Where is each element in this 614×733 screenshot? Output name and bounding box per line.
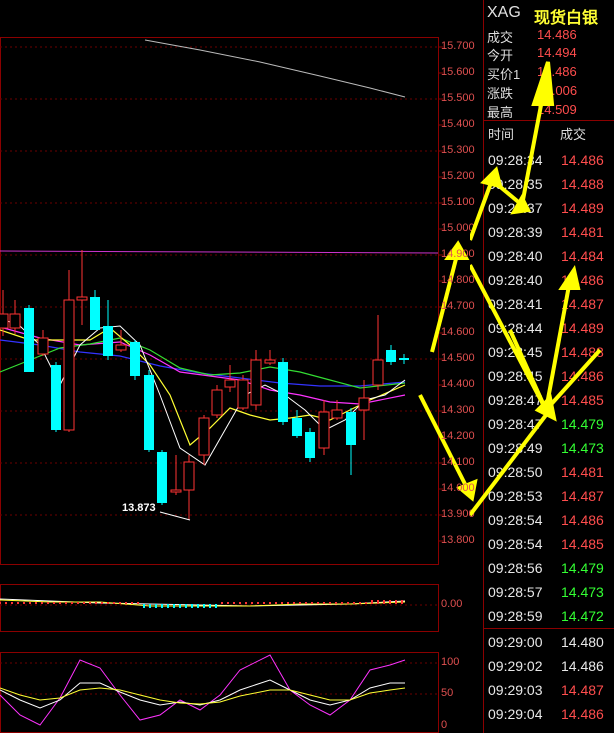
candle-body: [157, 452, 167, 503]
candle-body: [399, 358, 409, 360]
candle-body: [211, 389, 223, 416]
candle-body: [346, 412, 356, 445]
low-price-marker: 13.873: [122, 502, 156, 514]
candle-body: [198, 417, 210, 456]
candle-body: [0, 313, 9, 329]
candle-body: [183, 461, 195, 491]
candle-body: [130, 342, 140, 376]
candle-body: [278, 362, 288, 422]
candle-body: [9, 313, 21, 329]
annotation-arrows-panel: [470, 61, 602, 517]
candle-body: [331, 409, 343, 419]
kdj-j-line: [0, 654, 406, 726]
candle-body: [372, 359, 384, 386]
candle-body: [264, 359, 276, 364]
candle-body: [115, 344, 127, 351]
kdj-panel: [0, 654, 406, 726]
candle-body: [170, 489, 182, 493]
macd-axis-label: 0.00: [441, 598, 463, 610]
kdj-axis-label: 100: [441, 656, 460, 668]
candle-body: [103, 326, 113, 356]
ma-purple-flat-line: [0, 250, 439, 254]
macd-panel: [0, 598, 406, 608]
candle-body: [292, 418, 302, 436]
candle-body: [76, 296, 88, 301]
candle-body: [250, 359, 262, 406]
candle-body: [358, 397, 370, 411]
candle-body: [37, 337, 49, 355]
candle-body: [318, 411, 330, 449]
candle-body: [51, 365, 61, 430]
candle-body: [386, 350, 396, 362]
candle-body: [237, 379, 249, 409]
candle-body: [224, 379, 236, 388]
kdj-axis-label: 50: [441, 687, 454, 699]
kdj-axis-label: 0: [441, 719, 448, 731]
candle-body: [305, 432, 315, 458]
candle-body: [24, 308, 34, 372]
candle-body: [90, 297, 100, 330]
candle-body: [144, 375, 154, 450]
chart-area[interactable]: [0, 0, 484, 733]
candle-body: [63, 299, 75, 431]
ma-long-line: [144, 39, 406, 98]
low-marker-leader: [159, 511, 191, 521]
quote-panel: XAG 现货白银 成交 14.486 今开 14.494 买价1 14.486 …: [470, 0, 614, 733]
